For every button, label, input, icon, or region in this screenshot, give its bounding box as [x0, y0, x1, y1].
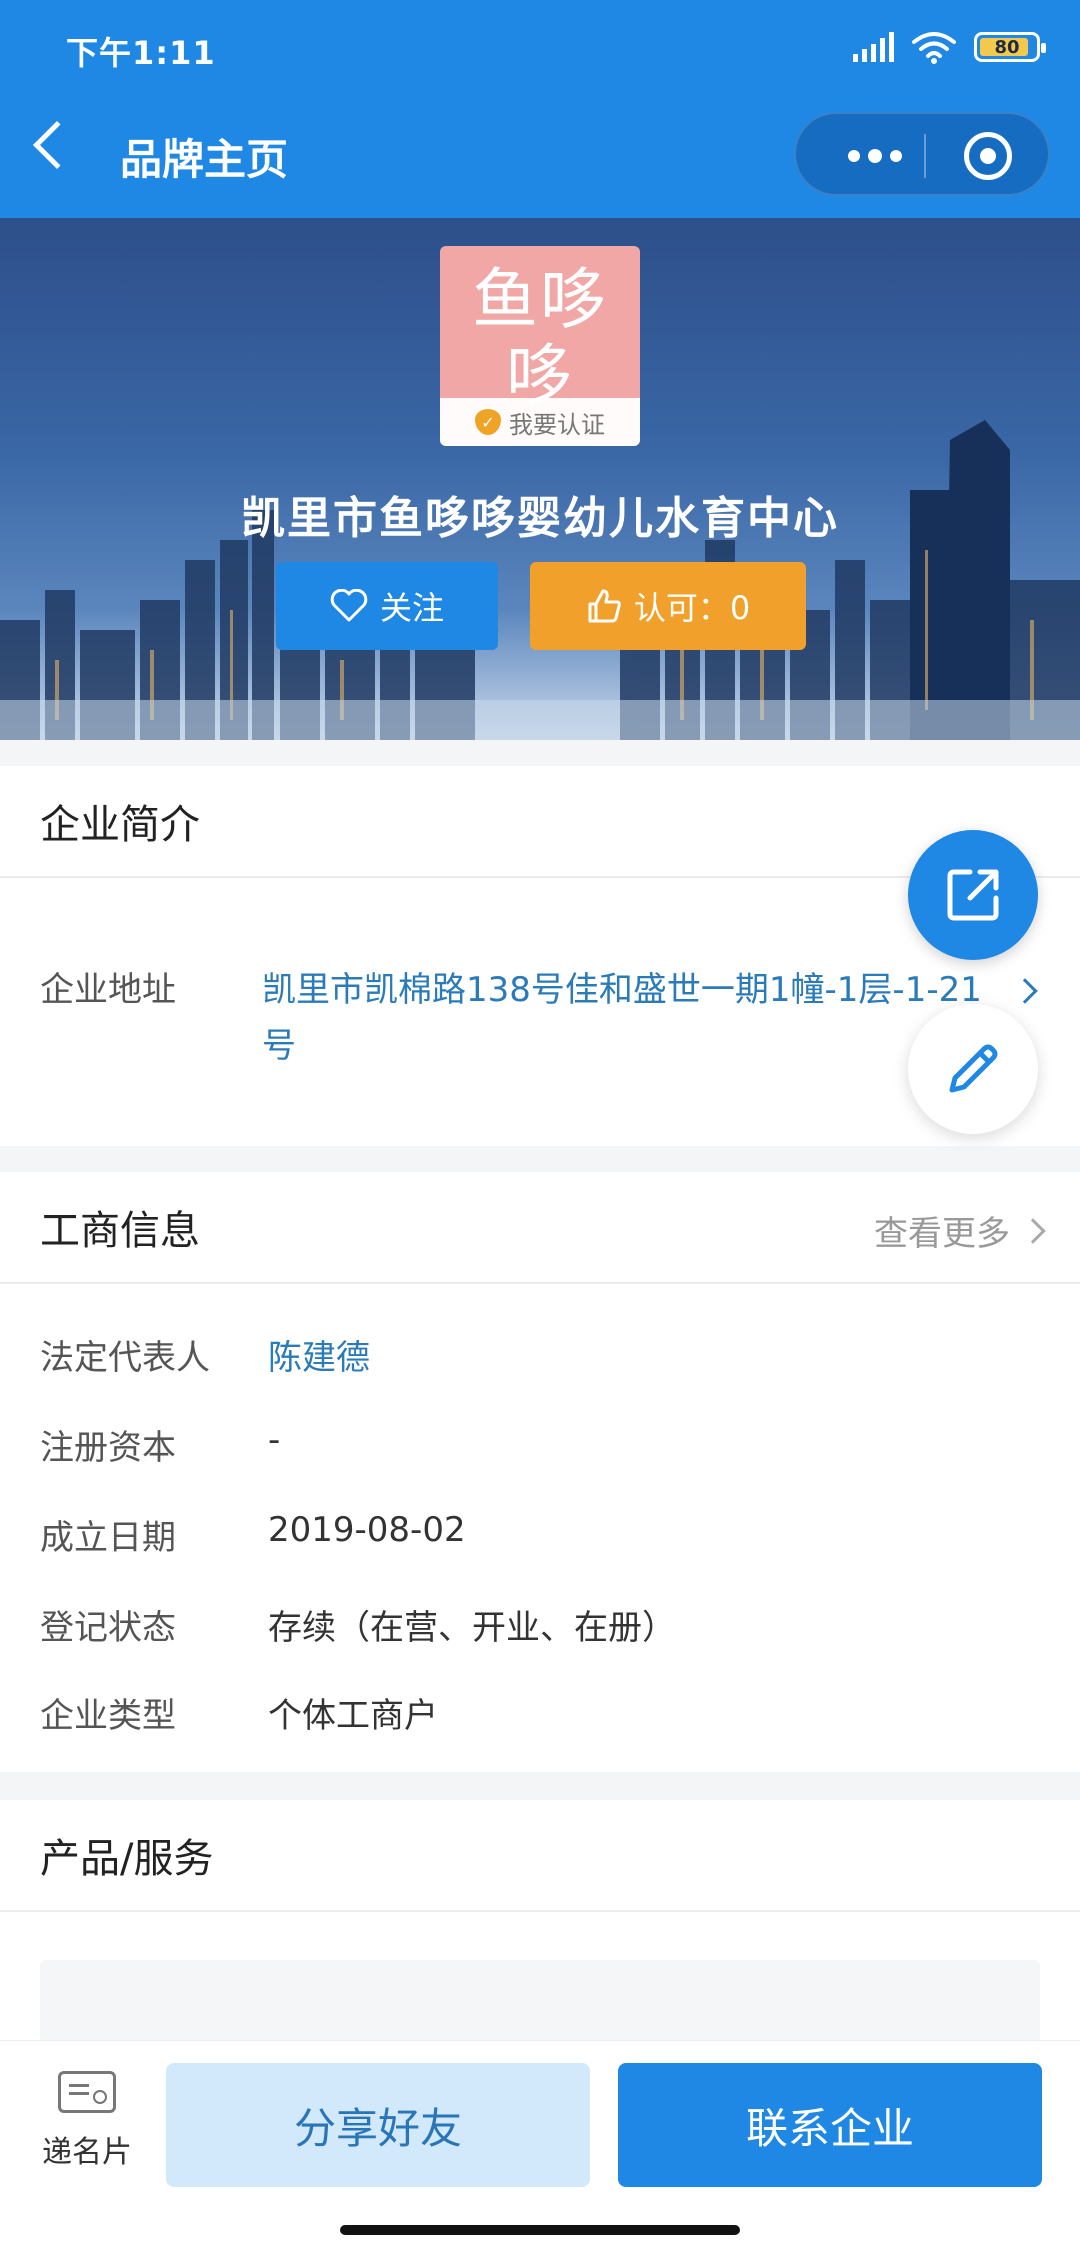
- founded-value: 2019-08-02: [268, 1510, 466, 1550]
- contact-company-label: 联系企业: [745, 2103, 914, 2153]
- shield-check-icon: ✓: [475, 409, 501, 435]
- signal-icon: [853, 32, 894, 62]
- edit-fab[interactable]: [908, 1004, 1038, 1134]
- chevron-right-icon: [1020, 1217, 1046, 1244]
- bottom-action-bar: 递名片 分享好友 联系企业: [0, 2040, 1080, 2248]
- capsule-divider: [924, 134, 926, 178]
- share-icon: [947, 869, 999, 921]
- brand-logo-text: 鱼哆哆: [472, 261, 608, 414]
- like-label: 认可：0: [633, 589, 751, 627]
- home-indicator[interactable]: [340, 2225, 740, 2235]
- page-title: 品牌主页: [120, 135, 289, 184]
- status-time: 下午1:11: [66, 34, 216, 72]
- follow-label: 关注: [379, 589, 444, 627]
- address-label: 企业地址: [40, 970, 176, 1010]
- chevron-right-icon: [1012, 978, 1038, 1004]
- founded-label: 成立日期: [40, 1518, 176, 1558]
- status-icons: 80: [853, 30, 1046, 64]
- status-value: 存续（在营、开业、在册）: [268, 1608, 676, 1648]
- business-card-icon: [58, 2071, 116, 2113]
- company-type-value: 个体工商户: [268, 1696, 438, 1736]
- products-title: 产品/服务: [0, 1800, 1080, 1912]
- more-icon[interactable]: [830, 132, 920, 180]
- company-name: 凯里市鱼哆哆婴幼儿水育中心: [241, 493, 839, 544]
- share-fab[interactable]: [908, 830, 1038, 960]
- miniprogram-capsule: [794, 112, 1050, 196]
- company-type-label: 企业类型: [40, 1696, 176, 1736]
- capital-label: 注册资本: [40, 1428, 176, 1468]
- share-friend-label: 分享好友: [293, 2103, 462, 2153]
- contact-company-button[interactable]: 联系企业: [618, 2063, 1042, 2187]
- pencil-icon: [949, 1044, 998, 1093]
- send-card-button[interactable]: 递名片: [30, 2071, 144, 2171]
- capital-value: -: [268, 1420, 281, 1460]
- status-label: 登记状态: [40, 1608, 176, 1648]
- legal-rep-label: 法定代表人: [40, 1338, 210, 1378]
- view-more-label: 查看更多: [874, 1214, 1010, 1254]
- thumbs-up-icon: [588, 589, 621, 623]
- brand-hero: 鱼哆哆 ✓ 我要认证 凯里市鱼哆哆婴幼儿水育中心 关注 认可：0: [0, 218, 1080, 740]
- verify-label: 我要认证: [509, 410, 605, 439]
- battery-icon: 80: [974, 32, 1046, 62]
- send-card-label: 递名片: [42, 2135, 132, 2170]
- verify-button[interactable]: ✓ 我要认证: [440, 398, 640, 446]
- share-friend-button[interactable]: 分享好友: [166, 2063, 590, 2187]
- top-bar: 下午1:11 80 品牌主页: [0, 0, 1080, 218]
- address-value: 凯里市凯棉路138号佳和盛世一期1幢-1层-1-21号: [262, 970, 982, 1066]
- view-more-link[interactable]: 查看更多: [874, 1206, 1046, 1255]
- address-link[interactable]: 凯里市凯棉路138号佳和盛世一期1幢-1层-1-21号: [262, 962, 982, 1074]
- back-icon[interactable]: [32, 120, 82, 170]
- heart-icon: [330, 589, 368, 622]
- wifi-icon: [912, 32, 956, 64]
- follow-button[interactable]: 关注: [276, 562, 498, 650]
- like-button[interactable]: 认可：0: [530, 562, 806, 650]
- business-info-section: 工商信息 查看更多 法定代表人 陈建德 注册资本 - 成立日期 2019-08-…: [0, 1172, 1080, 1772]
- brand-logo: 鱼哆哆 ✓ 我要认证: [440, 246, 640, 446]
- close-miniprogram-icon[interactable]: [964, 132, 1012, 180]
- battery-level: 80: [994, 36, 1020, 58]
- legal-rep-value[interactable]: 陈建德: [268, 1330, 370, 1379]
